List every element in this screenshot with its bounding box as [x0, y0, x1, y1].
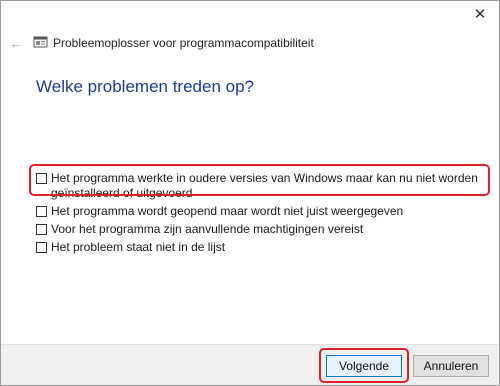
- troubleshooter-window: ✕ ← Probleemoplosser voor programmacompa…: [0, 0, 500, 386]
- option-label: Het programma werkte in oudere versies v…: [51, 171, 478, 200]
- option-display-issue[interactable]: Het programma wordt geopend maar wordt n…: [36, 204, 486, 219]
- checkbox[interactable]: [36, 242, 47, 253]
- footer-bar: Volgende Annuleren: [1, 344, 499, 385]
- option-label: Het probleem staat niet in de lijst: [51, 240, 226, 254]
- cancel-button[interactable]: Annuleren: [413, 355, 489, 377]
- checkbox[interactable]: [36, 224, 47, 235]
- back-arrow-icon[interactable]: ←: [8, 35, 24, 51]
- window-title: Probleemoplosser voor programmacompatibi…: [53, 36, 314, 50]
- option-permissions[interactable]: Voor het programma zijn aanvullende mach…: [36, 222, 486, 237]
- problem-options-list: Het programma werkte in oudere versies v…: [36, 171, 486, 258]
- option-label: Voor het programma zijn aanvullende mach…: [51, 222, 364, 236]
- checkbox[interactable]: [36, 206, 47, 217]
- option-label: Het programma wordt geopend maar wordt n…: [51, 204, 404, 218]
- troubleshooter-icon: [33, 36, 48, 48]
- next-button[interactable]: Volgende: [326, 355, 402, 377]
- page-title: Welke problemen treden op?: [36, 77, 254, 96]
- title-bar: ✕: [1, 1, 499, 39]
- option-not-listed[interactable]: Het probleem staat niet in de lijst: [36, 240, 486, 255]
- close-icon[interactable]: ✕: [467, 3, 493, 25]
- option-old-versions[interactable]: Het programma werkte in oudere versies v…: [36, 171, 486, 201]
- checkbox[interactable]: [36, 173, 47, 184]
